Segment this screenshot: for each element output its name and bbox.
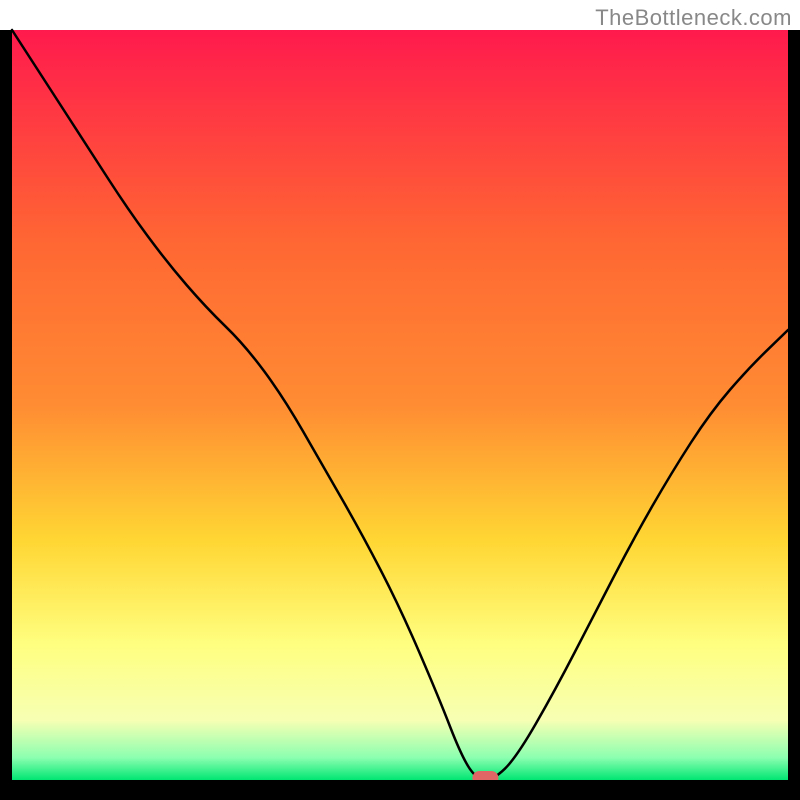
frame-bottom <box>0 780 800 800</box>
watermark-text: TheBottleneck.com <box>595 5 792 31</box>
chart-svg <box>0 0 800 800</box>
plot-background <box>12 30 788 780</box>
bottleneck-chart: TheBottleneck.com <box>0 0 800 800</box>
frame-left <box>0 30 12 790</box>
frame-right <box>788 30 800 790</box>
